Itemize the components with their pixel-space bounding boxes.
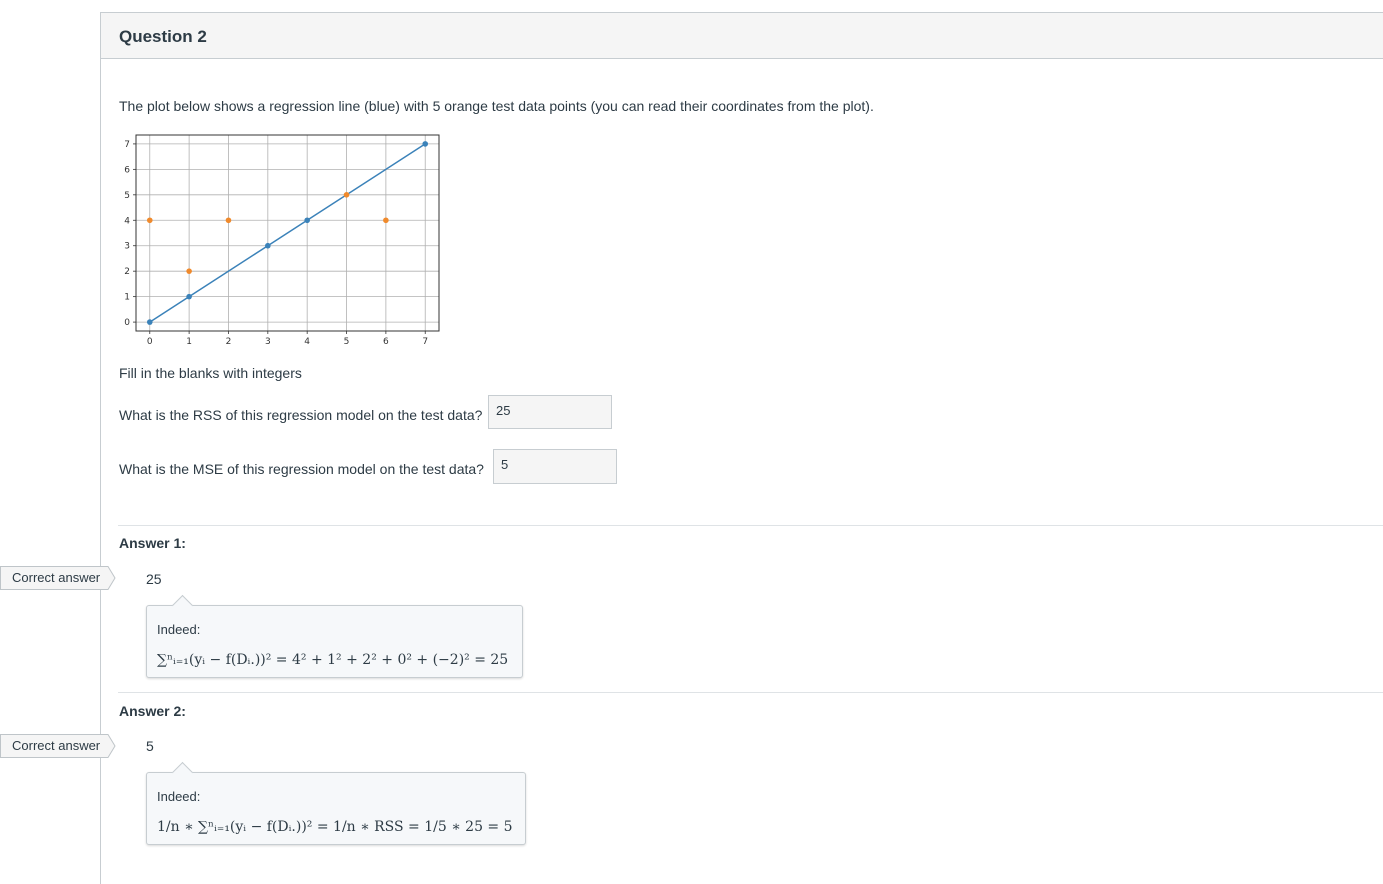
y-tick-label: 7 <box>124 140 130 150</box>
y-tick-label: 6 <box>124 165 130 175</box>
y-tick-label: 3 <box>124 242 130 252</box>
test-point <box>343 192 350 198</box>
rss-question-label: What is the RSS of this regression model… <box>119 407 483 423</box>
comment-formula: ∑ⁿᵢ₌₁(yᵢ − f(Dᵢ.))² = 4² + 1² + 2² + 0² … <box>157 652 509 668</box>
answer2-value: 5 <box>146 738 154 754</box>
y-tick-label: 0 <box>124 318 130 328</box>
answer-divider <box>118 692 1383 693</box>
mse-question-label: What is the MSE of this regression model… <box>119 461 484 477</box>
question-title: Question 2 <box>119 27 207 46</box>
rss-answer-input[interactable]: 25 <box>488 395 612 429</box>
x-tick-label: 4 <box>304 337 310 347</box>
y-tick-label: 5 <box>124 191 130 201</box>
test-point <box>383 217 389 224</box>
instruction-text: Fill in the blanks with integers <box>119 365 302 381</box>
answer2-heading: Answer 2: <box>119 703 186 719</box>
mse-answer-input[interactable]: 5 <box>493 449 617 484</box>
correct-answer-tag: Correct answer <box>0 566 120 590</box>
correct-answer-tag-label: Correct answer <box>12 570 101 585</box>
correct-answer-tag: Correct answer <box>0 734 120 758</box>
answer1-value: 25 <box>146 571 162 587</box>
x-tick-label: 7 <box>422 337 428 347</box>
x-tick-label: 1 <box>186 337 192 347</box>
regression-point <box>146 319 153 325</box>
test-point <box>146 217 153 224</box>
correct-answer-tag-label: Correct answer <box>12 738 101 753</box>
x-tick-label: 2 <box>226 337 232 347</box>
answer2-comment: Indeed: 1/n ∗ ∑ⁿᵢ₌₁(yᵢ − f(Dᵢ.))² = 1/n … <box>146 761 526 845</box>
regression-point <box>265 242 271 249</box>
comment-label: Indeed: <box>157 789 201 804</box>
x-tick-label: 6 <box>383 337 389 347</box>
x-tick-label: 0 <box>147 337 153 347</box>
answer1-comment: Indeed: ∑ⁿᵢ₌₁(yᵢ − f(Dᵢ.))² = 4² + 1² + … <box>146 594 523 678</box>
y-tick-label: 4 <box>124 216 130 226</box>
test-point <box>186 268 192 274</box>
y-tick-label: 2 <box>124 267 130 277</box>
y-tick-label: 1 <box>124 293 130 303</box>
regression-plot: 0 1 2 3 4 5 6 7 0 1 2 3 4 5 6 7 <box>124 134 440 347</box>
x-tick-label: 5 <box>344 337 350 347</box>
test-point <box>225 217 232 224</box>
comment-formula: 1/n ∗ ∑ⁿᵢ₌₁(yᵢ − f(Dᵢ.))² = 1/n ∗ RSS = … <box>157 819 513 835</box>
comment-label: Indeed: <box>157 622 201 637</box>
question-prompt: The plot below shows a regression line (… <box>119 98 874 114</box>
x-tick-label: 3 <box>265 337 271 347</box>
answer1-heading: Answer 1: <box>119 535 186 551</box>
regression-point <box>422 141 429 147</box>
regression-point <box>186 293 192 300</box>
question-header: Question 2 <box>101 13 1383 59</box>
regression-point <box>304 217 310 224</box>
answer-divider <box>118 525 1383 526</box>
